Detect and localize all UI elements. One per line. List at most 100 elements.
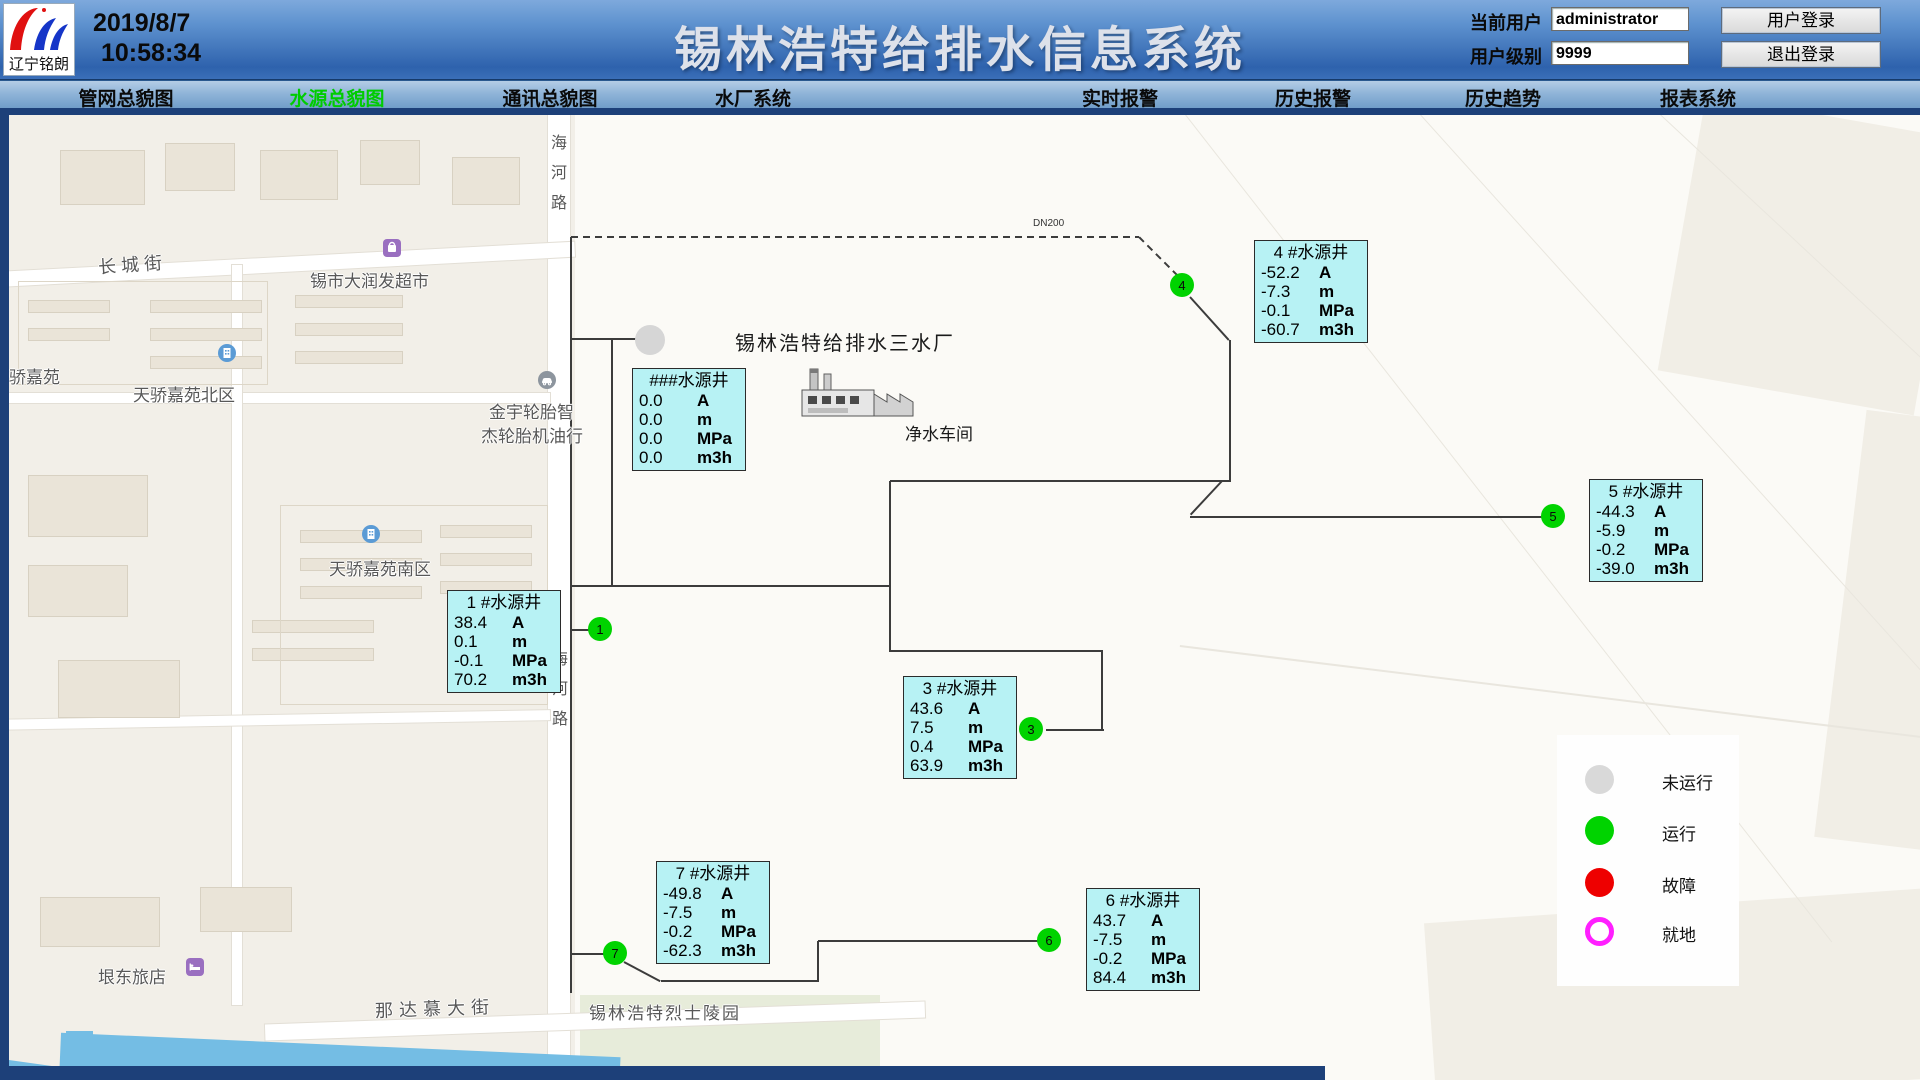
street-label: 天骄嘉苑 (0, 363, 60, 388)
street-label: 天骄嘉苑北区 (133, 381, 235, 406)
map-patch (1658, 115, 1920, 415)
well-value: 63.9 (910, 756, 968, 775)
street-label: 路 (551, 189, 567, 213)
time-text: 10:58:34 (101, 38, 201, 68)
well-value: -5.9 (1596, 521, 1654, 540)
nav-tab-通讯总貌图[interactable]: 通讯总貌图 (502, 84, 597, 111)
well-unit: m3h (1151, 968, 1186, 987)
well-measurement-row: 63.9m3h (904, 756, 1016, 775)
legend-dot-icon (1585, 765, 1614, 794)
well-value: -60.7 (1261, 320, 1319, 339)
well-value: 84.4 (1093, 968, 1151, 987)
street-label: 长城街 (97, 249, 168, 280)
user-level-field[interactable]: 9999 (1551, 41, 1689, 65)
well-status-circle-1[interactable]: 1 (588, 617, 612, 641)
well-value: -7.5 (1093, 930, 1151, 949)
logout-button[interactable]: 退出登录 (1721, 41, 1881, 68)
legend-label: 运行 (1662, 820, 1696, 845)
well-measurement-row: 84.4m3h (1087, 968, 1199, 987)
well-measurement-row: -52.2A (1255, 263, 1367, 282)
well-measurement-row: 0.4MPa (904, 737, 1016, 756)
well-value: -62.3 (663, 941, 721, 960)
well-value: -44.3 (1596, 502, 1654, 521)
well-unit: m3h (697, 448, 732, 467)
map-building (28, 565, 128, 617)
pipe-segment (817, 941, 819, 982)
well-measurement-row: -60.7m3h (1255, 320, 1367, 339)
well-unit: A (1319, 263, 1331, 282)
nav-bar: 管网总貌图 水源总貌图 通讯总貌图 水厂系统 实时报警 历史报警 历史趋势 报表系统 (0, 80, 1920, 109)
nav-tab-历史趋势[interactable]: 历史趋势 (1465, 84, 1541, 111)
well-status-circle-5[interactable]: 5 (1541, 504, 1565, 528)
nav-tab-水厂系统[interactable]: 水厂系统 (715, 84, 791, 111)
company-logo: 辽宁铭朗 (3, 3, 75, 76)
well-title: 5 #水源井 (1590, 482, 1702, 502)
map-building (60, 150, 145, 205)
well-data-box: 4 #水源井-52.2A-7.3m-0.1MPa-60.7m3h (1254, 240, 1368, 343)
nav-tab-报表系统[interactable]: 报表系统 (1660, 84, 1736, 111)
well-value: -0.2 (663, 922, 721, 941)
nav-tab-水源总貌图[interactable]: 水源总貌图 (289, 84, 384, 111)
nav-tab-实时报警[interactable]: 实时报警 (1082, 84, 1158, 111)
app-window: 辽宁铭朗 2019/8/7 10:58:34 锡林浩特给排水信息系统 当前用户 … (0, 0, 1920, 1080)
well-measurement-row: 0.0m3h (633, 448, 745, 467)
nav-tab-管网总貌图[interactable]: 管网总貌图 (78, 84, 173, 111)
map-building (40, 897, 160, 947)
well-data-box: 7 #水源井-49.8A-7.5m-0.2MPa-62.3m3h (656, 861, 770, 964)
map-building (452, 157, 520, 205)
well-status-circle-3[interactable]: 3 (1019, 717, 1043, 741)
nav-tab-历史报警[interactable]: 历史报警 (1275, 84, 1351, 111)
current-user-field[interactable]: administrator (1551, 7, 1689, 31)
street-label: 河 (551, 159, 567, 183)
well-unit: MPa (968, 737, 1003, 756)
status-legend: 未运行运行故障就地 (1557, 735, 1739, 986)
well-measurement-row: 0.0m (633, 410, 745, 429)
map-canvas: DN200 锡林浩特给排水三水厂 净水车间 海河路长城街锡市大润发超市天骄嘉苑天… (0, 115, 1920, 1080)
well-data-box: ###水源井0.0A0.0m0.0MPa0.0m3h (632, 368, 746, 471)
well-value: 43.6 (910, 699, 968, 718)
well-value: -0.1 (1261, 301, 1319, 320)
well-measurement-row: 38.4A (448, 613, 560, 632)
legend-dot-icon (1585, 868, 1614, 897)
well-unit: A (697, 391, 709, 410)
legend-label: 故障 (1662, 872, 1696, 897)
clock: 2019/8/7 10:58:34 (93, 8, 201, 68)
legend-dot-icon (1585, 816, 1614, 845)
window-edge-bottom (0, 1066, 1325, 1080)
logo-text: 辽宁铭朗 (4, 53, 74, 74)
well-status-circle-6[interactable]: 6 (1037, 928, 1061, 952)
well-title: 4 #水源井 (1255, 243, 1367, 263)
login-button[interactable]: 用户登录 (1721, 7, 1881, 34)
well-unit: m (721, 903, 736, 922)
well-status-circle-7[interactable]: 7 (603, 941, 627, 965)
well-measurement-row: -7.5m (1087, 930, 1199, 949)
pipe-segment (1046, 729, 1104, 731)
well-measurement-row: -5.9m (1590, 521, 1702, 540)
well-title: 6 #水源井 (1087, 891, 1199, 911)
pipe-segment (1229, 340, 1231, 481)
well-unit: m (697, 410, 712, 429)
well-status-circle-standby[interactable] (635, 325, 665, 355)
factory-icon (800, 367, 918, 419)
pipe-segment (1101, 651, 1103, 731)
well-measurement-row: 70.2m3h (448, 670, 560, 689)
well-status-circle-4[interactable]: 4 (1170, 273, 1194, 297)
building-icon (218, 344, 236, 367)
user-level-label: 用户级别 (1470, 43, 1542, 69)
well-measurement-row: -44.3A (1590, 502, 1702, 521)
legend-row: 故障 (1557, 868, 1739, 898)
street-label: 锡市大润发超市 (310, 267, 429, 292)
well-value: 0.0 (639, 391, 697, 410)
factory-name-label: 锡林浩特给排水三水厂 (735, 327, 955, 356)
well-measurement-row: 43.7A (1087, 911, 1199, 930)
well-measurement-row: 0.0A (633, 391, 745, 410)
well-value: -0.1 (454, 651, 512, 670)
well-value: 38.4 (454, 613, 512, 632)
well-unit: m (512, 632, 527, 651)
legend-row: 运行 (1557, 816, 1739, 846)
well-unit: A (1654, 502, 1666, 521)
well-value: -7.5 (663, 903, 721, 922)
well-measurement-row: 0.0MPa (633, 429, 745, 448)
well-measurement-row: -0.1MPa (1255, 301, 1367, 320)
pipe-segment (890, 480, 1231, 482)
